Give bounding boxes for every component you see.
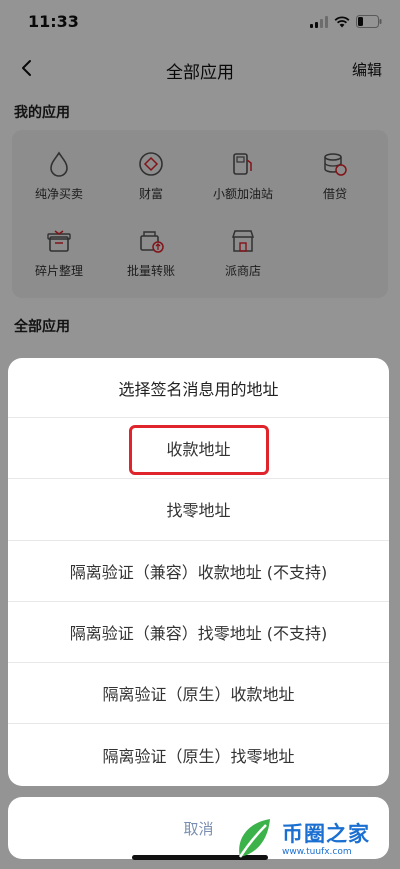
option-segwit-native-change[interactable]: 隔离验证（原生）找零地址 xyxy=(8,724,389,785)
option-change-address[interactable]: 找零地址 xyxy=(8,479,389,541)
option-segwit-compat-receive[interactable]: 隔离验证（兼容）收款地址 (不支持) xyxy=(8,541,389,602)
option-label: 找零地址 xyxy=(166,501,231,521)
watermark: 币圈之家 www.tuufx.com xyxy=(232,812,392,866)
watermark-name: 币圈之家 xyxy=(282,821,370,846)
watermark-url: www.tuufx.com xyxy=(282,846,352,857)
option-label: 隔离验证（兼容）找零地址 (不支持) xyxy=(69,624,328,644)
option-receive-address[interactable]: 收款地址 xyxy=(8,418,389,480)
option-label: 隔离验证（原生）收款地址 xyxy=(102,685,295,705)
sheet-title: 选择签名消息用的地址 xyxy=(8,358,389,418)
cancel-label: 取消 xyxy=(183,819,214,838)
option-label: 隔离验证（原生）找零地址 xyxy=(102,747,295,767)
option-segwit-native-receive[interactable]: 隔离验证（原生）收款地址 xyxy=(8,663,389,725)
address-action-sheet: 选择签名消息用的地址 收款地址 找零地址 隔离验证（兼容）收款地址 (不支持) … xyxy=(8,358,389,786)
leaf-logo-icon xyxy=(238,819,270,858)
option-segwit-compat-change[interactable]: 隔离验证（兼容）找零地址 (不支持) xyxy=(8,602,389,664)
option-label: 隔离验证（兼容）收款地址 (不支持) xyxy=(69,562,328,582)
option-label: 收款地址 xyxy=(166,440,231,460)
